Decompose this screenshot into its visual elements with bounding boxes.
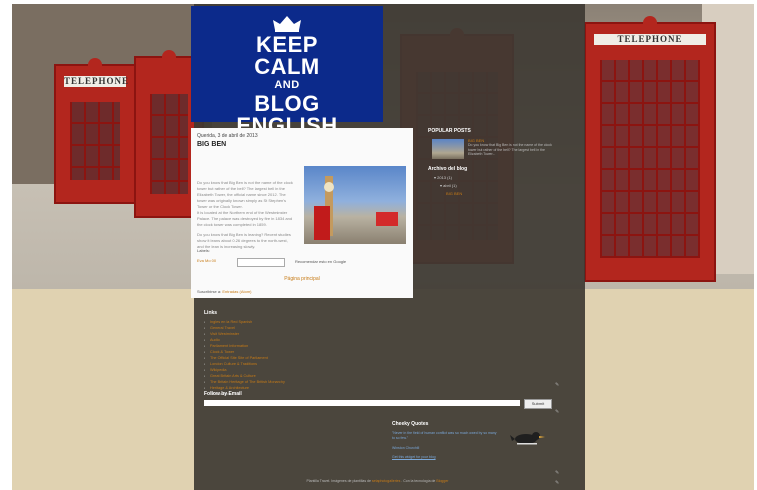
post-paragraph: Do you know that Big Ben is leaning? Rec…	[197, 232, 291, 249]
header-line-keep: KEEP	[256, 32, 318, 57]
links-widget: Links Ingles en la Red Spanish General T…	[204, 310, 544, 397]
follow-email-title: Follow by Email	[204, 391, 242, 397]
popular-posts-widget: POPULAR POSTS BIG BEN Do you know that B…	[428, 128, 568, 159]
post-meta: Eva Mo 00 Recomendar esto en Google	[197, 258, 407, 267]
subscribe-line: Suscribirse a: Entradas (Atom)	[197, 289, 251, 294]
bird-icon	[510, 432, 545, 445]
footer-link-blogger[interactable]: Blogger	[436, 479, 448, 483]
header-line-and: AND	[274, 79, 300, 91]
recommend-google[interactable]: Recomendar esto en Google	[295, 259, 346, 264]
archive-title: Archivo del blog	[428, 166, 468, 172]
popular-post-thumbnail[interactable]	[432, 139, 464, 159]
edit-widget-icon[interactable]: ✎	[555, 383, 560, 388]
header-line-calm: CALM	[254, 54, 320, 79]
footer-link-photos[interactable]: setaphotogalleries	[372, 479, 400, 483]
blog-archive-widget: Archivo del blog ▾ 2013 (1) ▾ abril (1) …	[428, 166, 568, 196]
cheeky-quotes-title: Cheeky Quotes	[392, 421, 429, 427]
header-line-blog: BLOG	[254, 91, 320, 116]
quote-widget-link[interactable]: Get this widget for your blog	[392, 455, 436, 459]
footer-middle: . Con la tecnología de	[401, 479, 436, 483]
footer-prefix: Plantilla Travel. Imágenes de plantillas…	[306, 479, 371, 483]
booth-sign-right: TELEPHONE	[594, 34, 706, 45]
phone-booth-left: TELEPHONE	[54, 58, 136, 204]
archive-post-link[interactable]: BIG BEN	[428, 191, 568, 196]
subscribe-prefix: Suscribirse a:	[197, 289, 222, 294]
links-title: Links	[204, 310, 218, 316]
archive-month[interactable]: ▾ abril (1)	[428, 183, 568, 188]
follow-email-input[interactable]	[204, 400, 520, 406]
quote-text: "Never in the field of human conflict wa…	[392, 431, 497, 440]
link-item[interactable]: TFL London	[204, 391, 544, 397]
share-buttons[interactable]	[237, 258, 285, 267]
post-paragraph: Do you know that Big Ben is not the name…	[197, 180, 293, 209]
follow-submit-button[interactable]: Submit	[524, 399, 552, 409]
popular-post-excerpt: Do you know that Big Ben is not the name…	[468, 143, 552, 156]
booth-sign: TELEPHONE	[64, 76, 130, 87]
phone-booth-right: TELEPHONE	[584, 16, 716, 282]
footer: Plantilla Travel. Imágenes de plantillas…	[182, 479, 573, 483]
edit-widget-icon[interactable]: ✎	[555, 471, 560, 476]
edit-widget-icon[interactable]: ✎	[555, 481, 560, 486]
post-title[interactable]: BIG BEN	[197, 141, 226, 148]
post-labels: Labels:	[197, 248, 210, 253]
post-author[interactable]: Eva Mo 00	[197, 258, 216, 263]
blog-header[interactable]: KEEP CALM AND BLOG ENGLISH	[191, 6, 383, 137]
quote-author[interactable]: Winston Churchill	[392, 446, 419, 450]
subscribe-link[interactable]: Entradas (Atom)	[222, 289, 251, 294]
edit-widget-icon[interactable]: ✎	[555, 410, 560, 415]
post-paragraph: It is located at the Northern end of the…	[197, 210, 293, 227]
archive-year[interactable]: ▾ 2013 (1)	[428, 175, 568, 180]
crown-icon	[273, 16, 301, 32]
big-ben-photo[interactable]	[304, 166, 406, 244]
post-date: Querida, 3 de abril de 2013	[197, 133, 258, 139]
blog-post: Querida, 3 de abril de 2013 BIG BEN Do y…	[191, 128, 413, 298]
home-page-link[interactable]: Página principal	[191, 276, 413, 282]
popular-posts-title: POPULAR POSTS	[428, 128, 471, 134]
